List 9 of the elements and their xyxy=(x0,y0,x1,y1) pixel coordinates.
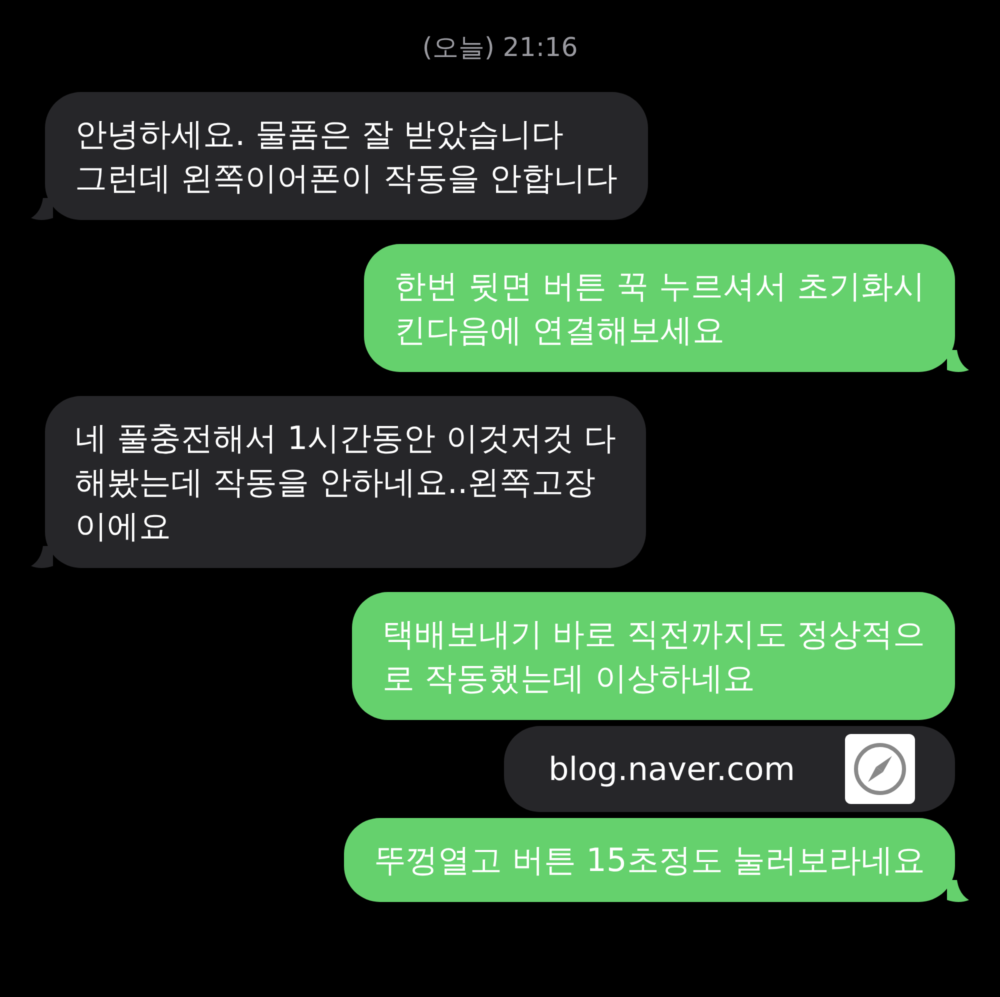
compass-icon xyxy=(845,734,915,804)
message-text: 안녕하세요. 물품은 잘 받았습니다 그런데 왼쪽이어폰이 작동을 안합니다 xyxy=(75,114,618,199)
message-text: 한번 뒷면 버튼 꾹 누르셔서 초기화시 킨다음에 연결해보세요 xyxy=(394,266,925,351)
link-domain: blog.naver.com xyxy=(548,749,795,790)
timestamp: (오늘) 21:16 xyxy=(422,32,578,65)
message-text: 네 풀충전해서 1시간동안 이것저것 다 해봤는데 작동을 안하네요..왼쪽고장 이에요 xyxy=(75,418,616,547)
link-preview[interactable]: blog.naver.com xyxy=(504,726,955,812)
message-text: 뚜껑열고 버튼 15초정도 눌러보라네요 xyxy=(374,840,925,881)
message-text: 택배보내기 바로 직전까지도 정상적으 로 작동했는데 이상하네요 xyxy=(382,614,925,699)
